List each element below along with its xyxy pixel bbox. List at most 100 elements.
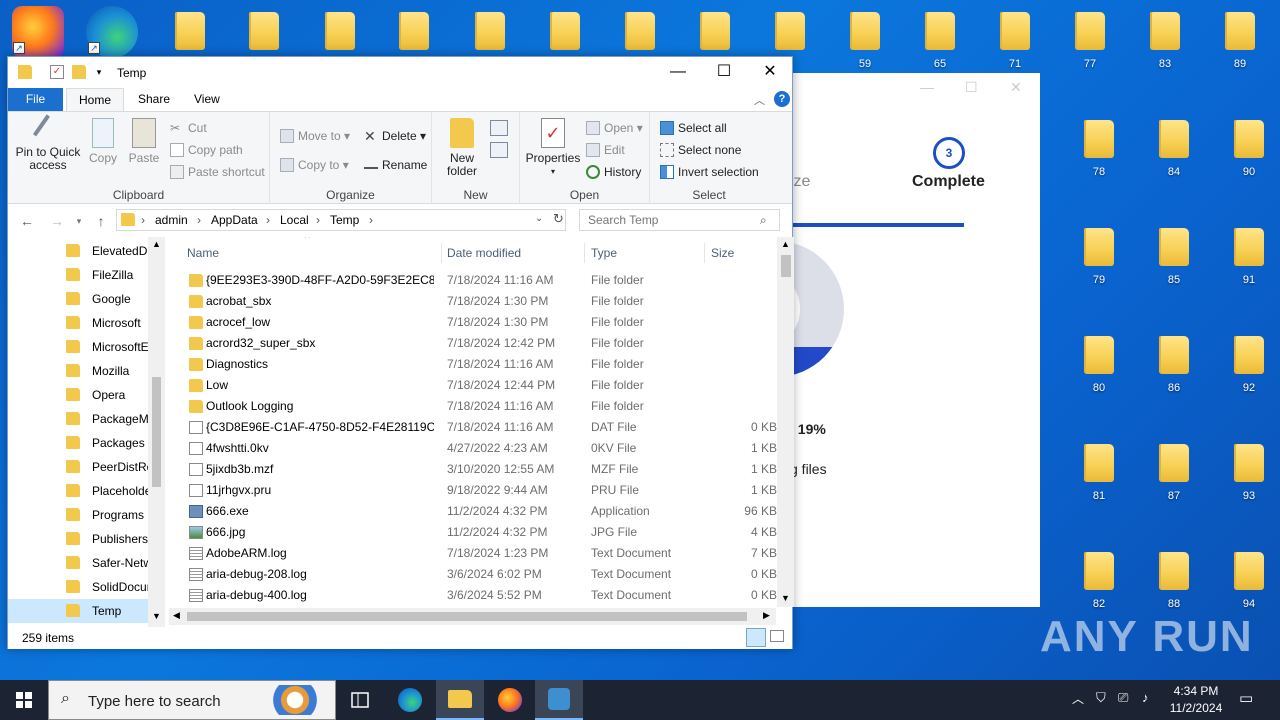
task-view-icon[interactable]	[336, 680, 384, 720]
nav-item[interactable]: Publishers	[8, 527, 150, 551]
maximize-icon[interactable]: ☐	[965, 79, 978, 96]
properties-check-icon[interactable]: ✓	[50, 65, 64, 79]
file-explorer-taskbar-icon[interactable]	[436, 680, 484, 720]
file-row[interactable]: {9EE293E3-390D-48FF-A2D0-59F3E2EC88... 7/…	[169, 270, 777, 291]
copy-button[interactable]: Copy	[86, 118, 120, 165]
recent-chevron-icon[interactable]: ▾	[70, 212, 88, 230]
details-view-icon[interactable]	[746, 628, 766, 647]
nav-item[interactable]: Placeholder	[8, 479, 150, 503]
horizontal-scrollbar[interactable]: ◀ ▶	[169, 608, 776, 625]
file-row[interactable]: aria-debug-400.log 3/6/2024 5:52 PM Text D…	[169, 585, 777, 606]
nav-item[interactable]: Packages	[8, 431, 150, 455]
scroll-down-icon[interactable]: ▼	[152, 611, 161, 621]
notifications-icon[interactable]: ▭	[1239, 689, 1253, 720]
select-all-button[interactable]: Select all	[660, 118, 727, 138]
scroll-down-icon[interactable]: ▼	[781, 593, 790, 603]
desktop-folder-icon[interactable]: 79	[1069, 228, 1129, 286]
copy-path-button[interactable]: Copy path	[170, 140, 243, 160]
desktop-folder-icon[interactable]: 83	[1135, 12, 1195, 70]
cut-button[interactable]: ✂ Cut	[170, 118, 207, 138]
new-folder-quick-icon[interactable]	[72, 65, 86, 79]
edge-taskbar-icon[interactable]	[386, 680, 434, 720]
close-icon[interactable]: ✕	[1010, 79, 1022, 96]
open-button[interactable]: Open ▾	[586, 118, 643, 138]
file-scrollbar[interactable]: ▲ ▼	[777, 237, 794, 607]
taskbar-search-box[interactable]: ⌕ Type here to search	[48, 680, 336, 720]
desktop-folder-icon[interactable]: 80	[1069, 336, 1129, 394]
nav-item[interactable]: ElevatedDia	[8, 239, 150, 263]
desktop-folder-icon[interactable]	[460, 12, 520, 50]
easy-access-icon[interactable]	[490, 142, 508, 158]
nav-scrollbar[interactable]: ▲ ▼	[148, 237, 165, 627]
address-bar[interactable]: › admin › AppData › Local › Temp › ⌄ ↻	[116, 209, 566, 231]
nav-item[interactable]: Microsoft	[8, 311, 150, 335]
large-icons-view-icon[interactable]	[770, 630, 784, 642]
nav-item[interactable]: PackageMa	[8, 407, 150, 431]
desktop-folder-icon[interactable]: 88	[1144, 552, 1204, 610]
customize-chevron-icon[interactable]: ▾	[92, 65, 106, 79]
nav-item[interactable]: PeerDistRep	[8, 455, 150, 479]
breadcrumb-temp[interactable]: Temp	[330, 213, 359, 227]
desktop-folder-icon[interactable]: 77	[1060, 12, 1120, 70]
pin-to-quick-access-button[interactable]: Pin to Quick access	[12, 114, 84, 172]
file-row[interactable]: 4fwshtti.0kv 4/27/2022 4:23 AM 0KV File 1 K…	[169, 438, 777, 459]
breadcrumb-admin[interactable]: admin	[155, 213, 188, 227]
file-row[interactable]: 666.exe 11/2/2024 4:32 PM Application 96 KB	[169, 501, 777, 522]
firefox-taskbar-icon[interactable]	[486, 680, 534, 720]
nav-item[interactable]: Opera	[8, 383, 150, 407]
security-icon[interactable]: ⛉	[1096, 690, 1106, 720]
invert-selection-button[interactable]: Invert selection	[660, 162, 759, 182]
nav-item[interactable]: MicrosoftEc	[8, 335, 150, 359]
scroll-right-icon[interactable]: ▶	[763, 610, 770, 621]
tab-view[interactable]: View	[182, 88, 232, 111]
up-arrow-icon[interactable]: ↑	[92, 212, 110, 230]
nav-scroll-thumb[interactable]	[152, 377, 161, 487]
desktop-folder-icon[interactable]	[310, 12, 370, 50]
close-button[interactable]: ✕	[747, 57, 793, 88]
delete-button[interactable]: ✕ Delete ▾	[364, 126, 426, 146]
desktop-folder-icon[interactable]	[234, 12, 294, 50]
desktop-folder-icon[interactable]: 90	[1219, 120, 1279, 178]
scroll-up-icon[interactable]: ▲	[152, 239, 161, 249]
edit-button[interactable]: Edit	[586, 140, 625, 160]
desktop-folder-icon[interactable]: 85	[1144, 228, 1204, 286]
setup-app-taskbar-icon[interactable]	[535, 680, 583, 720]
collapse-ribbon-icon[interactable]: ︿	[754, 92, 765, 108]
new-item-icon[interactable]	[490, 120, 508, 136]
desktop-folder-icon[interactable]: 92	[1219, 336, 1279, 394]
title-bar[interactable]: ✓ ▾ Temp — ☐ ✕	[8, 57, 792, 88]
desktop-folder-icon[interactable]: 59	[835, 12, 895, 70]
desktop-folder-icon[interactable]: 65	[910, 12, 970, 70]
properties-button[interactable]: ✓ Properties ▾	[524, 118, 582, 178]
back-arrow-icon[interactable]: ←	[18, 212, 36, 230]
search-input[interactable]: Search Temp	[579, 209, 780, 231]
file-row[interactable]: 11jrhgvx.pru 9/18/2022 9:44 AM PRU File 1 K…	[169, 480, 777, 501]
column-header-type[interactable]: Type	[585, 243, 705, 263]
tab-file[interactable]: File	[8, 88, 63, 111]
nav-item[interactable]: Safer-Netwo	[8, 551, 150, 575]
file-row[interactable]: AdobeARM.log 7/18/2024 1:23 PM Text Docume…	[169, 543, 777, 564]
paste-button[interactable]: Paste	[126, 118, 162, 165]
minimize-button[interactable]: —	[655, 57, 701, 88]
desktop-folder-icon[interactable]: 84	[1144, 120, 1204, 178]
desktop-folder-icon[interactable]: 82	[1069, 552, 1129, 610]
nav-item[interactable]: FileZilla	[8, 263, 150, 287]
file-row[interactable]: 666.jpg 11/2/2024 4:32 PM JPG File 4 KB	[169, 522, 777, 543]
scroll-left-icon[interactable]: ◀	[173, 610, 180, 621]
file-row[interactable]: Outlook Logging 7/18/2024 11:16 AM File fo…	[169, 396, 777, 417]
desktop-folder-icon[interactable]: 71	[985, 12, 1045, 70]
nav-item[interactable]: Google	[8, 287, 150, 311]
start-button[interactable]	[0, 680, 48, 720]
desktop-folder-icon[interactable]	[384, 12, 444, 50]
file-row[interactable]: aria-debug-208.log 3/6/2024 6:02 PM Text D…	[169, 564, 777, 585]
copy-to-button[interactable]: Copy to ▾	[280, 155, 349, 175]
nav-item[interactable]: Temp	[8, 599, 150, 623]
desktop-folder-icon[interactable]: 94	[1219, 552, 1279, 610]
network-icon[interactable]: ⎚	[1118, 690, 1128, 720]
file-row[interactable]: Diagnostics 7/18/2024 11:16 AM File folder	[169, 354, 777, 375]
help-icon[interactable]: ?	[774, 91, 790, 107]
move-to-button[interactable]: Move to ▾	[280, 126, 350, 146]
desktop-folder-icon[interactable]: 91	[1219, 228, 1279, 286]
file-scroll-thumb[interactable]	[781, 255, 791, 277]
address-dropdown-icon[interactable]: ⌄	[535, 213, 543, 224]
